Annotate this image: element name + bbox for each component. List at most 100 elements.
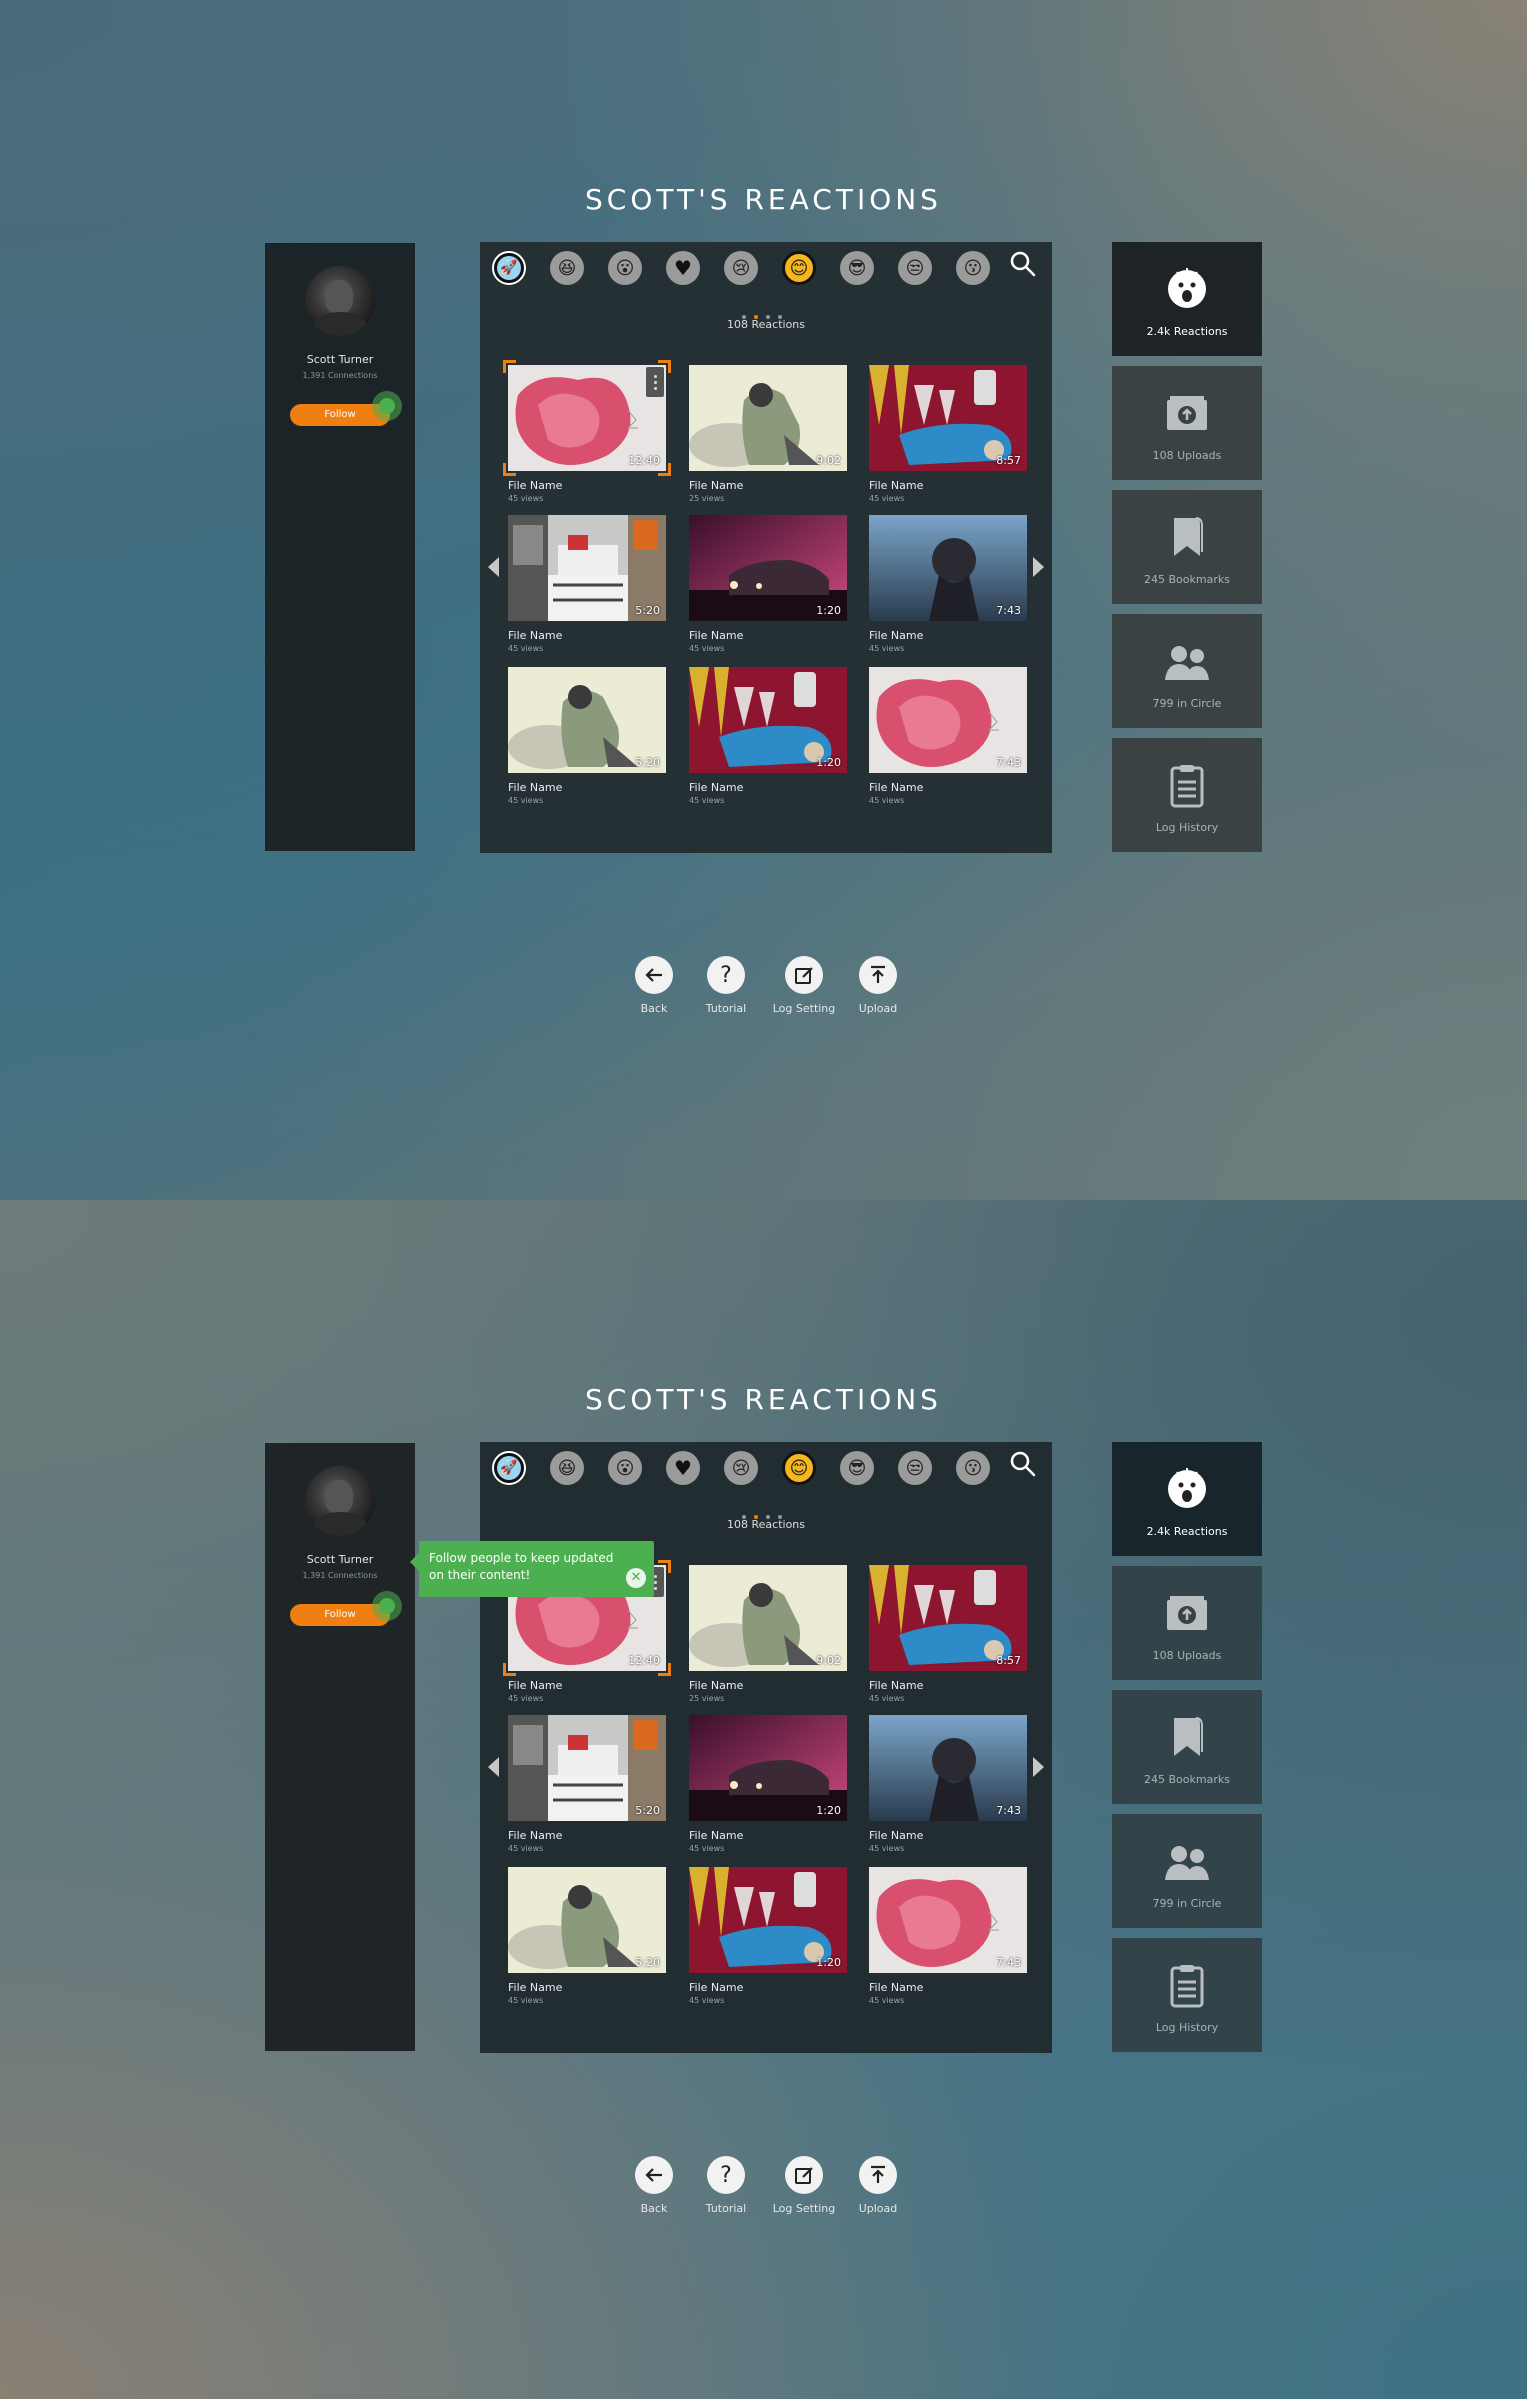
shocked-face-icon[interactable]: 😮	[608, 1451, 642, 1485]
avatar[interactable]	[305, 1466, 375, 1536]
search-icon[interactable]	[1008, 249, 1038, 279]
sidebar-item-bookmark[interactable]: 245 Bookmarks	[1112, 1690, 1262, 1804]
video-thumbnail[interactable]: 1:20	[689, 1867, 847, 1973]
sunglasses-face-icon[interactable]: 😎	[840, 1451, 874, 1485]
video-thumbnail[interactable]: 12:40	[508, 365, 666, 471]
log-setting-button[interactable]: Log Setting	[764, 956, 844, 1015]
video-title: File Name	[508, 1829, 563, 1842]
video-card[interactable]: 7:43 File Name 45 views	[869, 515, 1027, 653]
tutorial-button[interactable]: ? Tutorial	[686, 956, 766, 1015]
upload-box-icon	[1162, 1588, 1212, 1638]
next-page-arrow-icon[interactable]	[1033, 1757, 1044, 1777]
video-thumbnail[interactable]: 8:57	[869, 1565, 1027, 1671]
video-card[interactable]: 9:02 File Name 25 views	[689, 1565, 847, 1703]
sidebar-item-bookmark[interactable]: 245 Bookmarks	[1112, 490, 1262, 604]
video-card[interactable]: 8:57 File Name 45 views	[869, 1565, 1027, 1703]
video-thumbnail[interactable]: 9:02	[689, 1565, 847, 1671]
video-duration: 9:02	[816, 454, 841, 467]
video-thumbnail[interactable]: 1:20	[689, 515, 847, 621]
sidebar-item-upload-box[interactable]: 108 Uploads	[1112, 1566, 1262, 1680]
video-thumbnail[interactable]: 7:43	[869, 515, 1027, 621]
crying-face-icon[interactable]: 😢	[724, 251, 758, 285]
video-card[interactable]: 7:43 File Name 45 views	[869, 667, 1027, 805]
more-options-icon[interactable]	[646, 367, 664, 397]
video-title: File Name	[869, 629, 924, 642]
crying-face-icon[interactable]: 😢	[724, 1451, 758, 1485]
back-button[interactable]: Back	[614, 956, 694, 1015]
follow-hint-dot[interactable]	[372, 1591, 402, 1621]
video-thumbnail[interactable]: 5:20	[508, 1715, 666, 1821]
video-thumbnail[interactable]: 1:20	[689, 667, 847, 773]
follow-hint-dot[interactable]	[372, 391, 402, 421]
sidebar-item-reaction-face[interactable]: 2.4k Reactions	[1112, 1442, 1262, 1556]
avatar[interactable]	[305, 266, 375, 336]
search-icon[interactable]	[1008, 1449, 1038, 1479]
video-card[interactable]: 5:20 File Name 45 views	[508, 515, 666, 653]
video-card[interactable]: 5:20 File Name 45 views	[508, 1867, 666, 2005]
people-icon	[1162, 1836, 1212, 1886]
video-card[interactable]: 1:20 File Name 45 views	[689, 1715, 847, 1853]
rocket-icon[interactable]: 🚀	[492, 251, 526, 285]
video-views: 45 views	[508, 494, 544, 503]
video-card[interactable]: 7:43 File Name 45 views	[869, 1715, 1027, 1853]
video-card[interactable]: 5:20 File Name 45 views	[508, 667, 666, 805]
video-card[interactable]: 1:20 File Name 45 views	[689, 515, 847, 653]
video-card[interactable]: 1:20 File Name 45 views	[689, 667, 847, 805]
sidebar-item-clipboard[interactable]: Log History	[1112, 738, 1262, 852]
video-thumbnail[interactable]: 7:43	[869, 1715, 1027, 1821]
back-button[interactable]: Back	[614, 2156, 694, 2215]
video-thumbnail[interactable]: 5:20	[508, 1867, 666, 1973]
video-duration: 1:20	[816, 1804, 841, 1817]
heart-icon[interactable]: ♥	[666, 251, 700, 285]
video-card[interactable]: 5:20 File Name 45 views	[508, 1715, 666, 1853]
rocket-icon[interactable]: 🚀	[492, 1451, 526, 1485]
video-card[interactable]: 8:57 File Name 45 views	[869, 365, 1027, 503]
kissing-face-icon[interactable]: 😗	[956, 1451, 990, 1485]
video-card[interactable]: 1:20 File Name 45 views	[689, 1867, 847, 2005]
video-thumbnail[interactable]: 7:43	[869, 1867, 1027, 1973]
upload-button[interactable]: Upload	[838, 956, 918, 1015]
smiling-face-icon[interactable]: 😊	[782, 1451, 816, 1485]
video-thumbnail[interactable]: 5:20	[508, 515, 666, 621]
video-thumbnail[interactable]: 8:57	[869, 365, 1027, 471]
action-label: Log Setting	[772, 1002, 836, 1015]
video-thumbnail[interactable]: 9:02	[689, 365, 847, 471]
sidebar-item-label: 2.4k Reactions	[1146, 1525, 1228, 1538]
sunglasses-face-icon[interactable]: 😎	[840, 251, 874, 285]
sidebar-item-clipboard[interactable]: Log History	[1112, 1938, 1262, 2052]
question-icon: ?	[707, 2156, 745, 2194]
video-views: 45 views	[508, 796, 544, 805]
video-thumbnail[interactable]: 7:43	[869, 667, 1027, 773]
prev-page-arrow-icon[interactable]	[488, 557, 499, 577]
smiling-face-icon[interactable]: 😊	[782, 251, 816, 285]
unamused-face-icon[interactable]: 😒	[898, 1451, 932, 1485]
sidebar-item-people[interactable]: 799 in Circle	[1112, 614, 1262, 728]
page-dots[interactable]	[742, 304, 792, 319]
tutorial-button[interactable]: ? Tutorial	[686, 2156, 766, 2215]
upload-button[interactable]: Upload	[838, 2156, 918, 2215]
video-card[interactable]: 9:02 File Name 25 views	[689, 365, 847, 503]
laughing-face-icon[interactable]: 😆	[550, 1451, 584, 1485]
shocked-face-icon[interactable]: 😮	[608, 251, 642, 285]
video-card[interactable]: 7:43 File Name 45 views	[869, 1867, 1027, 2005]
page-dots[interactable]	[742, 1504, 792, 1519]
unamused-face-icon[interactable]: 😒	[898, 251, 932, 285]
kissing-face-icon[interactable]: 😗	[956, 251, 990, 285]
video-duration: 9:02	[816, 1654, 841, 1667]
next-page-arrow-icon[interactable]	[1033, 557, 1044, 577]
sidebar-item-upload-box[interactable]: 108 Uploads	[1112, 366, 1262, 480]
video-title: File Name	[869, 781, 924, 794]
video-title: File Name	[869, 1829, 924, 1842]
prev-page-arrow-icon[interactable]	[488, 1757, 499, 1777]
heart-icon[interactable]: ♥	[666, 1451, 700, 1485]
video-duration: 12:40	[628, 1654, 660, 1667]
video-thumbnail[interactable]: 5:20	[508, 667, 666, 773]
log-setting-button[interactable]: Log Setting	[764, 2156, 844, 2215]
video-card[interactable]: 12:40 File Name 45 views	[503, 360, 671, 503]
sidebar-item-reaction-face[interactable]: 2.4k Reactions	[1112, 242, 1262, 356]
clipboard-icon	[1162, 760, 1212, 810]
video-thumbnail[interactable]: 1:20	[689, 1715, 847, 1821]
laughing-face-icon[interactable]: 😆	[550, 251, 584, 285]
sidebar-item-people[interactable]: 799 in Circle	[1112, 1814, 1262, 1928]
close-icon[interactable]: ✕	[626, 1568, 646, 1588]
